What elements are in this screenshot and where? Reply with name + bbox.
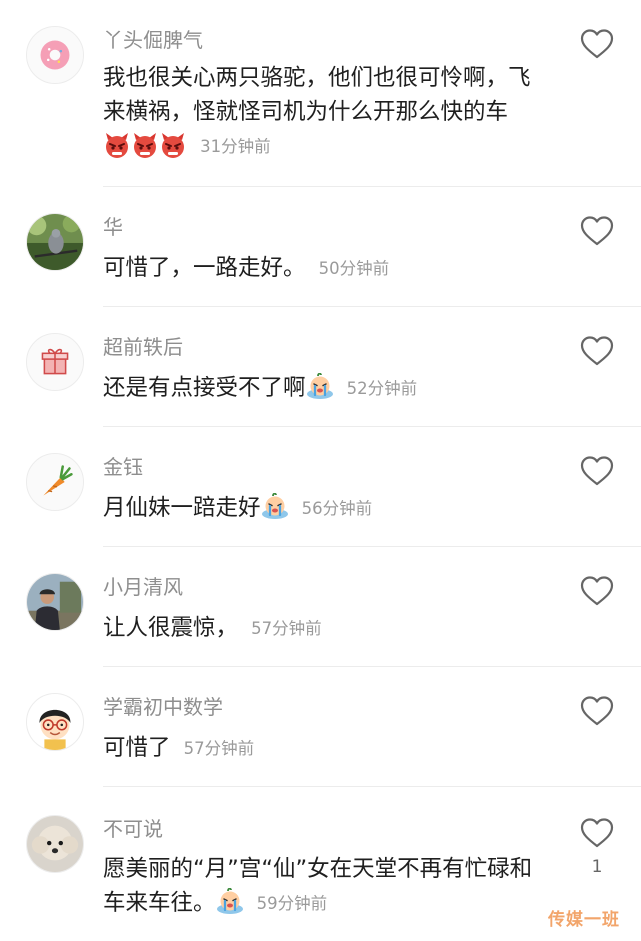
gift-box-avatar[interactable] (26, 333, 84, 391)
comment-text: 还是有点接受不了啊 52分钟前 (103, 371, 543, 406)
comment-item: 小月清风 让人很震惊， 57分钟前 (0, 547, 641, 667)
comment-text: 我也很关心两只骆驼，他们也很可怜啊，飞来横祸，怪就怪司机为什么开那么快的车 31… (103, 61, 543, 164)
crying-face-emoji (261, 493, 289, 521)
username[interactable]: 学霸初中数学 (103, 694, 223, 720)
bird-photo-avatar[interactable] (26, 213, 84, 271)
comment-text-content: 可惜了，一路走好。 (103, 255, 306, 281)
comment-text-content: 让人很震惊， (103, 615, 239, 641)
donut-avatar[interactable] (26, 26, 84, 84)
like-heart-icon[interactable] (580, 695, 614, 727)
comment-text: 愿美丽的“月”宫“仙”女在天堂不再有忙碌和车来车往。 59分钟前 (103, 852, 543, 921)
like-heart-icon[interactable] (580, 817, 614, 849)
like-heart-icon[interactable] (580, 335, 614, 367)
comment-text-content: 可惜了 (103, 735, 171, 761)
comment-item: 学霸初中数学 可惜了 57分钟前 (0, 667, 641, 787)
angry-devil-emoji (103, 131, 131, 159)
comment-item: 超前轶后 还是有点接受不了啊 52分钟前 (0, 307, 641, 427)
man-photo-avatar[interactable] (26, 573, 84, 631)
like-heart-icon[interactable] (580, 455, 614, 487)
comment-text-content: 还是有点接受不了啊 (103, 375, 306, 401)
comment-text: 可惜了 57分钟前 (103, 731, 543, 766)
comment-item: 不可说 愿美丽的“月”宫“仙”女在天堂不再有忙碌和车来车往。 59分钟前 1 (0, 787, 641, 941)
username[interactable]: 小月清风 (103, 574, 183, 600)
like-count: 1 (591, 857, 603, 877)
username[interactable]: 超前轶后 (103, 334, 183, 360)
comment-text: 让人很震惊， 57分钟前 (103, 611, 543, 646)
carrot-avatar[interactable] (26, 453, 84, 511)
crying-face-emoji (306, 373, 334, 401)
username[interactable]: 金钰 (103, 454, 143, 480)
like-heart-icon[interactable] (580, 575, 614, 607)
like-heart-icon[interactable] (580, 215, 614, 247)
comment-time: 57分钟前 (251, 619, 322, 638)
comment-item: 丫头倔脾气 我也很关心两只骆驼，他们也很可怜啊，飞来横祸，怪就怪司机为什么开那么… (0, 0, 641, 187)
comment-time: 50分钟前 (318, 259, 390, 278)
crying-face-emoji (216, 888, 244, 916)
angry-devil-emoji (131, 131, 159, 159)
comment-item: 金钰 月仙妹一踣走好 56分钟前 (0, 427, 641, 547)
comment-text: 可惜了，一路走好。 50分钟前 (103, 251, 543, 286)
watermark: 传媒一班 (548, 910, 620, 930)
comment-time: 31分钟前 (200, 137, 271, 156)
comment-time: 59分钟前 (256, 894, 328, 913)
username[interactable]: 华 (103, 214, 123, 240)
username[interactable]: 不可说 (103, 816, 163, 842)
comment-text-content: 我也很关心两只骆驼，他们也很可怜啊，飞来横祸，怪就怪司机为什么开那么快的车 (103, 65, 531, 125)
comment-time: 56分钟前 (301, 499, 373, 518)
username[interactable]: 丫头倔脾气 (103, 27, 203, 53)
comment-text: 月仙妹一踣走好 56分钟前 (103, 491, 543, 526)
comment-text-content: 月仙妹一踣走好 (103, 495, 261, 521)
comment-item: 华 可惜了，一路走好。 50分钟前 (0, 187, 641, 307)
like-heart-icon[interactable] (580, 28, 614, 60)
cartoon-boy-avatar[interactable] (26, 693, 84, 751)
poodle-dog-avatar[interactable] (26, 815, 84, 873)
comment-time: 57分钟前 (183, 739, 255, 758)
angry-devil-emoji (159, 131, 187, 159)
comment-time: 52分钟前 (346, 379, 418, 398)
